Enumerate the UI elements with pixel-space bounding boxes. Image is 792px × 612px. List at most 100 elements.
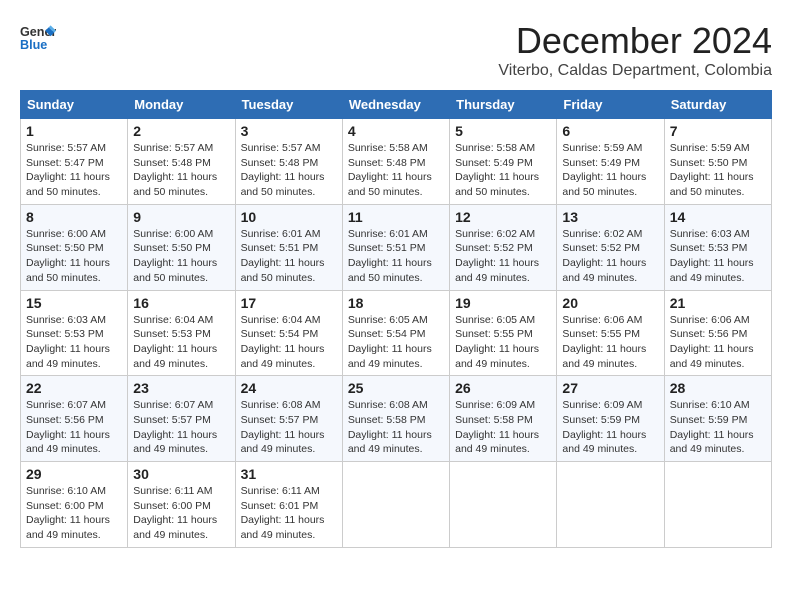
calendar-cell: 31 Sunrise: 6:11 AM Sunset: 6:01 PM Dayli… bbox=[235, 462, 342, 548]
page-header: General Blue December 2024 Viterbo, Cald… bbox=[20, 20, 772, 80]
day-number: 22 bbox=[26, 380, 122, 396]
day-info: Sunrise: 6:04 AM Sunset: 5:53 PM Dayligh… bbox=[133, 313, 229, 372]
day-number: 18 bbox=[348, 295, 444, 311]
calendar-cell: 6Sunrise: 5:59 AM Sunset: 5:49 PM Daylig… bbox=[557, 119, 664, 205]
calendar-cell: 27 Sunrise: 6:09 AM Sunset: 5:59 PM Dayli… bbox=[557, 376, 664, 462]
calendar-cell: 3 Sunrise: 5:57 AM Sunset: 5:48 PM Daylig… bbox=[235, 119, 342, 205]
page-title: December 2024 bbox=[498, 20, 772, 62]
day-info: Sunrise: 6:02 AM Sunset: 5:52 PM Dayligh… bbox=[562, 227, 658, 286]
calendar-cell: 29Sunrise: 6:10 AM Sunset: 6:00 PM Dayli… bbox=[21, 462, 128, 548]
day-info: Sunrise: 6:11 AM Sunset: 6:01 PM Dayligh… bbox=[241, 484, 337, 543]
calendar-cell: 15 Sunrise: 6:03 AM Sunset: 5:53 PM Dayli… bbox=[21, 290, 128, 376]
day-number: 21 bbox=[670, 295, 766, 311]
calendar-cell: 30 Sunrise: 6:11 AM Sunset: 6:00 PM Dayli… bbox=[128, 462, 235, 548]
day-number: 10 bbox=[241, 209, 337, 225]
calendar-table: SundayMondayTuesdayWednesdayThursdayFrid… bbox=[20, 90, 772, 548]
calendar-header-tuesday: Tuesday bbox=[235, 91, 342, 119]
calendar-header-friday: Friday bbox=[557, 91, 664, 119]
day-number: 31 bbox=[241, 466, 337, 482]
day-info: Sunrise: 6:05 AM Sunset: 5:55 PM Dayligh… bbox=[455, 313, 551, 372]
calendar-cell: 25Sunrise: 6:08 AM Sunset: 5:58 PM Dayli… bbox=[342, 376, 449, 462]
logo-icon: General Blue bbox=[20, 20, 56, 56]
day-number: 16 bbox=[133, 295, 229, 311]
calendar-cell: 12 Sunrise: 6:02 AM Sunset: 5:52 PM Dayli… bbox=[450, 204, 557, 290]
calendar-cell: 18 Sunrise: 6:05 AM Sunset: 5:54 PM Dayli… bbox=[342, 290, 449, 376]
calendar-cell: 9 Sunrise: 6:00 AM Sunset: 5:50 PM Daylig… bbox=[128, 204, 235, 290]
day-number: 13 bbox=[562, 209, 658, 225]
day-number: 23 bbox=[133, 380, 229, 396]
day-number: 30 bbox=[133, 466, 229, 482]
calendar-cell: 2Sunrise: 5:57 AM Sunset: 5:48 PM Daylig… bbox=[128, 119, 235, 205]
calendar-cell: 21 Sunrise: 6:06 AM Sunset: 5:56 PM Dayli… bbox=[664, 290, 771, 376]
day-number: 2 bbox=[133, 123, 229, 139]
day-number: 7 bbox=[670, 123, 766, 139]
title-block: December 2024 Viterbo, Caldas Department… bbox=[498, 20, 772, 80]
day-info: Sunrise: 6:11 AM Sunset: 6:00 PM Dayligh… bbox=[133, 484, 229, 543]
calendar-cell: 16 Sunrise: 6:04 AM Sunset: 5:53 PM Dayli… bbox=[128, 290, 235, 376]
day-info: Sunrise: 5:59 AM Sunset: 5:49 PM Dayligh… bbox=[562, 141, 658, 200]
day-info: Sunrise: 6:07 AM Sunset: 5:57 PM Dayligh… bbox=[133, 398, 229, 457]
calendar-header-monday: Monday bbox=[128, 91, 235, 119]
calendar-header-wednesday: Wednesday bbox=[342, 91, 449, 119]
day-info: Sunrise: 6:03 AM Sunset: 5:53 PM Dayligh… bbox=[670, 227, 766, 286]
day-number: 27 bbox=[562, 380, 658, 396]
day-info: Sunrise: 6:10 AM Sunset: 6:00 PM Dayligh… bbox=[26, 484, 122, 543]
calendar-week-2: 8 Sunrise: 6:00 AM Sunset: 5:50 PM Daylig… bbox=[21, 204, 772, 290]
calendar-cell: 14 Sunrise: 6:03 AM Sunset: 5:53 PM Dayli… bbox=[664, 204, 771, 290]
calendar-cell bbox=[450, 462, 557, 548]
calendar-cell: 24 Sunrise: 6:08 AM Sunset: 5:57 PM Dayli… bbox=[235, 376, 342, 462]
calendar-cell: 10 Sunrise: 6:01 AM Sunset: 5:51 PM Dayli… bbox=[235, 204, 342, 290]
day-number: 5 bbox=[455, 123, 551, 139]
day-info: Sunrise: 6:05 AM Sunset: 5:54 PM Dayligh… bbox=[348, 313, 444, 372]
svg-text:Blue: Blue bbox=[20, 38, 47, 52]
day-info: Sunrise: 6:00 AM Sunset: 5:50 PM Dayligh… bbox=[133, 227, 229, 286]
calendar-cell: 8 Sunrise: 6:00 AM Sunset: 5:50 PM Daylig… bbox=[21, 204, 128, 290]
day-number: 19 bbox=[455, 295, 551, 311]
day-info: Sunrise: 6:06 AM Sunset: 5:56 PM Dayligh… bbox=[670, 313, 766, 372]
day-number: 3 bbox=[241, 123, 337, 139]
day-info: Sunrise: 6:07 AM Sunset: 5:56 PM Dayligh… bbox=[26, 398, 122, 457]
day-number: 11 bbox=[348, 209, 444, 225]
calendar-cell: 22 Sunrise: 6:07 AM Sunset: 5:56 PM Dayli… bbox=[21, 376, 128, 462]
day-info: Sunrise: 5:57 AM Sunset: 5:48 PM Dayligh… bbox=[241, 141, 337, 200]
page-subtitle: Viterbo, Caldas Department, Colombia bbox=[498, 62, 772, 80]
day-number: 17 bbox=[241, 295, 337, 311]
day-info: Sunrise: 6:00 AM Sunset: 5:50 PM Dayligh… bbox=[26, 227, 122, 286]
day-info: Sunrise: 6:06 AM Sunset: 5:55 PM Dayligh… bbox=[562, 313, 658, 372]
day-number: 12 bbox=[455, 209, 551, 225]
day-info: Sunrise: 6:04 AM Sunset: 5:54 PM Dayligh… bbox=[241, 313, 337, 372]
day-info: Sunrise: 6:10 AM Sunset: 5:59 PM Dayligh… bbox=[670, 398, 766, 457]
calendar-cell: 7 Sunrise: 5:59 AM Sunset: 5:50 PM Daylig… bbox=[664, 119, 771, 205]
day-info: Sunrise: 6:02 AM Sunset: 5:52 PM Dayligh… bbox=[455, 227, 551, 286]
calendar-cell: 13 Sunrise: 6:02 AM Sunset: 5:52 PM Dayli… bbox=[557, 204, 664, 290]
day-info: Sunrise: 6:03 AM Sunset: 5:53 PM Dayligh… bbox=[26, 313, 122, 372]
day-number: 1 bbox=[26, 123, 122, 139]
day-info: Sunrise: 6:08 AM Sunset: 5:57 PM Dayligh… bbox=[241, 398, 337, 457]
day-number: 9 bbox=[133, 209, 229, 225]
calendar-cell: 19 Sunrise: 6:05 AM Sunset: 5:55 PM Dayli… bbox=[450, 290, 557, 376]
day-number: 28 bbox=[670, 380, 766, 396]
day-number: 14 bbox=[670, 209, 766, 225]
calendar-week-3: 15 Sunrise: 6:03 AM Sunset: 5:53 PM Dayli… bbox=[21, 290, 772, 376]
calendar-cell: 4 Sunrise: 5:58 AM Sunset: 5:48 PM Daylig… bbox=[342, 119, 449, 205]
day-info: Sunrise: 5:57 AM Sunset: 5:47 PM Dayligh… bbox=[26, 141, 122, 200]
day-info: Sunrise: 5:58 AM Sunset: 5:49 PM Dayligh… bbox=[455, 141, 551, 200]
calendar-week-5: 29Sunrise: 6:10 AM Sunset: 6:00 PM Dayli… bbox=[21, 462, 772, 548]
day-number: 24 bbox=[241, 380, 337, 396]
day-info: Sunrise: 6:08 AM Sunset: 5:58 PM Dayligh… bbox=[348, 398, 444, 457]
day-info: Sunrise: 5:58 AM Sunset: 5:48 PM Dayligh… bbox=[348, 141, 444, 200]
day-info: Sunrise: 6:01 AM Sunset: 5:51 PM Dayligh… bbox=[348, 227, 444, 286]
day-info: Sunrise: 5:59 AM Sunset: 5:50 PM Dayligh… bbox=[670, 141, 766, 200]
calendar-week-4: 22 Sunrise: 6:07 AM Sunset: 5:56 PM Dayli… bbox=[21, 376, 772, 462]
calendar-cell: 28 Sunrise: 6:10 AM Sunset: 5:59 PM Dayli… bbox=[664, 376, 771, 462]
day-info: Sunrise: 6:09 AM Sunset: 5:59 PM Dayligh… bbox=[562, 398, 658, 457]
day-number: 4 bbox=[348, 123, 444, 139]
day-info: Sunrise: 6:01 AM Sunset: 5:51 PM Dayligh… bbox=[241, 227, 337, 286]
calendar-cell: 23 Sunrise: 6:07 AM Sunset: 5:57 PM Dayli… bbox=[128, 376, 235, 462]
calendar-cell: 5 Sunrise: 5:58 AM Sunset: 5:49 PM Daylig… bbox=[450, 119, 557, 205]
day-number: 8 bbox=[26, 209, 122, 225]
day-number: 15 bbox=[26, 295, 122, 311]
calendar-header-thursday: Thursday bbox=[450, 91, 557, 119]
calendar-cell bbox=[342, 462, 449, 548]
logo: General Blue bbox=[20, 20, 56, 56]
